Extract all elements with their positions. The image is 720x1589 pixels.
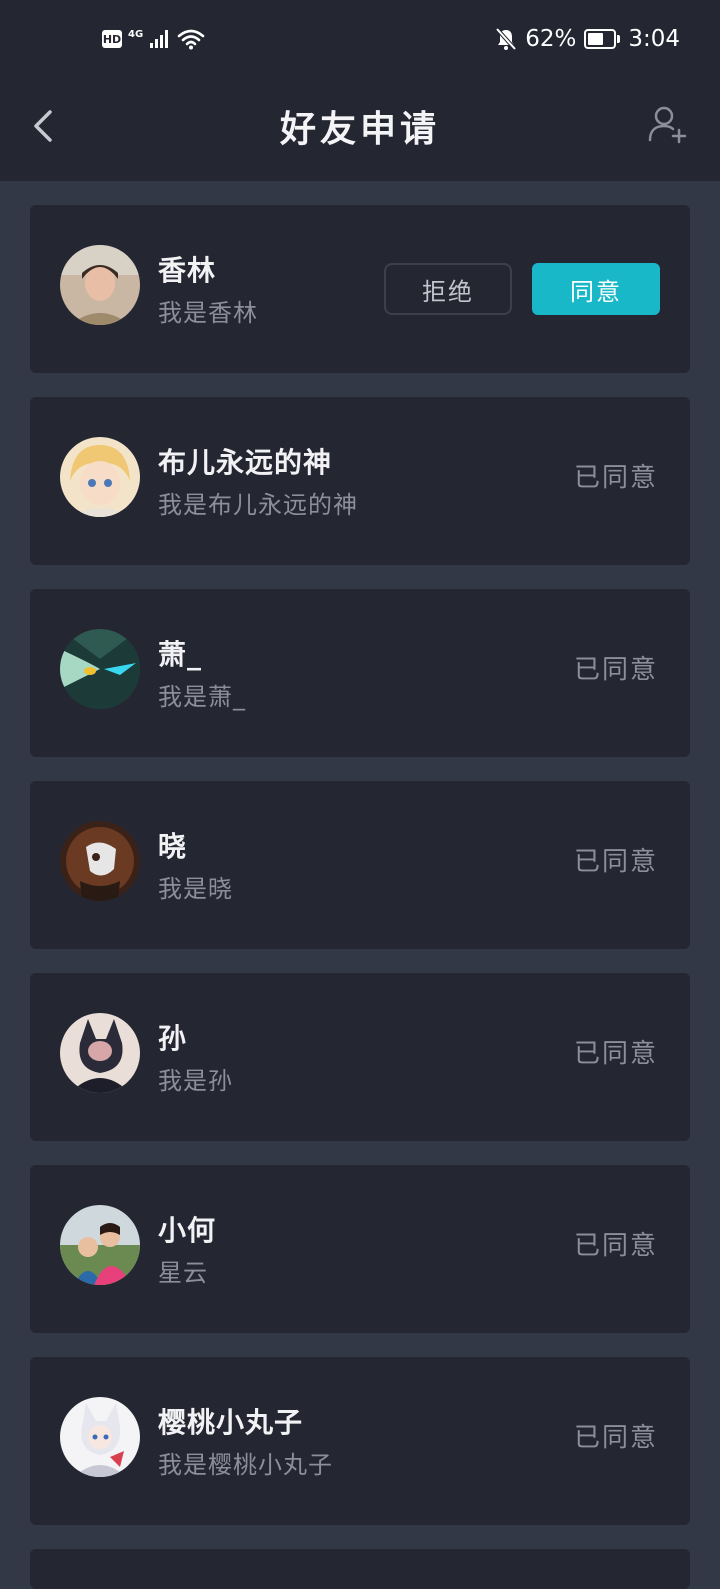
signal-icon bbox=[150, 30, 169, 48]
bell-muted-icon bbox=[495, 27, 517, 51]
add-friend-icon bbox=[648, 106, 687, 144]
battery-percent: 62% bbox=[525, 26, 577, 52]
battery-icon bbox=[584, 29, 621, 49]
request-card: 晓 我是晓 已同意 bbox=[30, 781, 690, 949]
add-friend-button[interactable] bbox=[646, 102, 690, 146]
reject-button[interactable]: 拒绝 bbox=[384, 263, 512, 315]
requester-name: 樱桃小丸子 bbox=[158, 1406, 304, 1439]
page-title: 好友申请 bbox=[279, 109, 440, 150]
avatar[interactable] bbox=[60, 821, 140, 901]
avatar[interactable] bbox=[60, 1397, 140, 1477]
request-card: 孙 我是孙 已同意 bbox=[30, 973, 690, 1141]
nav-bar: 好友申请 bbox=[0, 84, 720, 181]
requester-name: 布儿永远的神 bbox=[158, 446, 333, 479]
hd-icon: HD bbox=[102, 30, 122, 48]
avatar[interactable] bbox=[60, 629, 140, 709]
request-card: 萧_ 我是萧_ 已同意 bbox=[30, 589, 690, 757]
requester-name: 萧_ bbox=[158, 638, 203, 671]
network-type: 4G bbox=[128, 28, 144, 40]
request-card: 布儿永远的神 我是布儿永远的神 已同意 bbox=[30, 397, 690, 565]
requester-name: 孙 bbox=[158, 1022, 188, 1055]
status-label: 已同意 bbox=[573, 1423, 658, 1453]
requester-name: 香林 bbox=[158, 254, 217, 287]
request-card bbox=[30, 1549, 690, 1589]
request-card: 小何 星云 已同意 bbox=[30, 1165, 690, 1333]
requester-name: 小何 bbox=[158, 1214, 217, 1247]
top-bar: HD 4G 62% 3:04 好友申请 bbox=[0, 0, 720, 181]
status-label: 已同意 bbox=[573, 847, 658, 877]
status-label: 已同意 bbox=[573, 1039, 658, 1069]
request-message: 星云 bbox=[158, 1259, 208, 1287]
request-message: 我是樱桃小丸子 bbox=[158, 1451, 333, 1479]
status-label: 已同意 bbox=[573, 463, 658, 493]
clock: 3:04 bbox=[628, 26, 680, 52]
request-message: 我是布儿永远的神 bbox=[158, 491, 358, 519]
status-label: 已同意 bbox=[573, 1231, 658, 1261]
accept-button[interactable]: 同意 bbox=[532, 263, 660, 315]
wifi-icon bbox=[177, 29, 205, 50]
requester-name: 晓 bbox=[158, 830, 188, 863]
request-message: 我是香林 bbox=[158, 299, 258, 327]
request-list: 香林 我是香林 拒绝 同意 布儿永远的神 我是布儿永远的神 已同意 萧_ 我是萧… bbox=[30, 205, 690, 1549]
request-message: 我是孙 bbox=[158, 1067, 233, 1095]
request-message: 我是萧_ bbox=[158, 683, 246, 711]
avatar[interactable] bbox=[60, 1205, 140, 1285]
avatar[interactable] bbox=[60, 437, 140, 517]
avatar[interactable] bbox=[60, 1013, 140, 1093]
status-label: 已同意 bbox=[573, 655, 658, 685]
status-bar: HD 4G 62% 3:04 bbox=[0, 0, 720, 84]
request-card: 香林 我是香林 拒绝 同意 bbox=[30, 205, 690, 373]
request-message: 我是晓 bbox=[158, 875, 233, 903]
request-card: 樱桃小丸子 我是樱桃小丸子 已同意 bbox=[30, 1357, 690, 1525]
avatar[interactable] bbox=[60, 245, 140, 325]
